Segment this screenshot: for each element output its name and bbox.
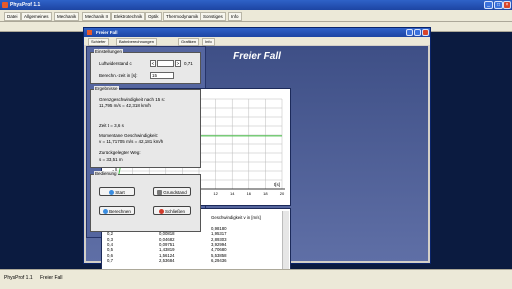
- side-panel: Einstellungen Luftwiderstand c < > 0,71 …: [86, 46, 206, 238]
- x-tick-label: 16: [247, 191, 252, 196]
- x-tick-label: 18: [263, 191, 268, 196]
- window-close-button[interactable]: [422, 29, 429, 36]
- controls-title: Bedienung: [94, 171, 118, 176]
- result-line: 11,795 m/s = 42,318 km/h: [99, 103, 151, 108]
- table-header: Geschwindigkeit v in [m/s]: [211, 215, 261, 220]
- result-line: Grenzgeschwindigkeit nach 15 s:: [99, 97, 166, 102]
- menu-datei[interactable]: Datei: [4, 12, 21, 21]
- zeit-input[interactable]: 15: [150, 72, 174, 79]
- close-button[interactable]: Schließen: [153, 206, 191, 215]
- results-group: Ergebnisse Grenzgeschwindigkeit nach 15 …: [90, 86, 201, 168]
- increase-button[interactable]: >: [175, 60, 181, 67]
- table-cell: 2,53684: [159, 258, 175, 264]
- menu-bar: Datei Allgemeines Mechanik Mechanik II E…: [0, 10, 512, 22]
- play-icon: [109, 190, 115, 196]
- menu-optik[interactable]: Optik: [145, 12, 162, 21]
- x-axis-label: t[s]: [274, 182, 280, 187]
- menu-elektrotechnik[interactable]: Elektrotechnik: [111, 12, 146, 21]
- window-menu-grafiken[interactable]: Grafiken: [178, 38, 200, 46]
- status-window-name: Freier Fall: [40, 275, 63, 281]
- settings-group: Einstellungen Luftwiderstand c < > 0,71 …: [90, 49, 201, 84]
- start-label: Start: [115, 190, 125, 195]
- app-titlebar: PhysProf 1.1 _ □ ×: [0, 0, 512, 10]
- menu-mechanik-2[interactable]: Mechanik II: [82, 12, 112, 21]
- calc-icon: [103, 209, 109, 215]
- close-window-button[interactable]: ×: [503, 1, 511, 9]
- table-cell: 0,7: [107, 258, 113, 264]
- controls-group: Bedienung Start Grundstand Berechnen Sch…: [90, 171, 201, 232]
- app-icon: [2, 2, 8, 8]
- window-menu-info[interactable]: Info: [202, 38, 215, 46]
- window-menu-bahnberechnungen[interactable]: Bahnberechnungen: [116, 38, 157, 46]
- start-button[interactable]: Start: [99, 187, 135, 196]
- window-minimize-button[interactable]: [406, 29, 413, 36]
- x-tick-label: 12: [213, 191, 218, 196]
- calc-button[interactable]: Berechnen: [99, 206, 135, 215]
- result-line: Zurückgelegter Weg:: [99, 150, 141, 155]
- table-row: 0,7 2,53684 6,29436: [107, 258, 261, 263]
- window-titlebar: Freier Fall: [84, 28, 430, 37]
- settings-title: Einstellungen: [94, 49, 124, 54]
- menu-mechanik[interactable]: Mechanik: [54, 12, 80, 21]
- results-title: Ergebnisse: [94, 86, 119, 91]
- decrease-button[interactable]: <: [150, 60, 156, 67]
- content-area: Freier Fall 0246810121416182002468101214…: [86, 46, 428, 280]
- window-title: Freier Fall: [96, 30, 118, 35]
- menu-sonstiges[interactable]: Sonstiges: [200, 12, 226, 21]
- freier-fall-window: Freier Fall Schiefer Bahnberechnungen Gr…: [83, 27, 431, 280]
- result-line: Zeit t = 3,6 s: [99, 123, 124, 128]
- window-menu: Schiefer Bahnberechnungen Grafiken Info: [84, 37, 430, 46]
- window-menu-schiefer[interactable]: Schiefer: [88, 38, 109, 46]
- result-line: s = 33,51 m: [99, 157, 123, 162]
- menu-thermodynamik[interactable]: Thermodynamik: [163, 12, 202, 21]
- app-title: PhysProf 1.1: [10, 2, 41, 8]
- table-cell: 6,29436: [211, 258, 227, 264]
- result-line: Momentane Geschwindigkeit:: [99, 133, 159, 138]
- result-line: v = 11,71705 m/s = 42,181 km/h: [99, 139, 164, 144]
- close-icon: [158, 209, 164, 215]
- calc-label: Berechnen: [109, 209, 131, 214]
- close-label: Schließen: [164, 209, 185, 214]
- menu-info[interactable]: Info: [228, 12, 242, 21]
- x-tick-label: 14: [230, 191, 235, 196]
- window-maximize-button[interactable]: [414, 29, 421, 36]
- luftwiderstand-slider[interactable]: [157, 60, 174, 67]
- window-icon: [87, 30, 92, 35]
- luftwiderstand-label: Luftwiderstand c: [99, 61, 132, 66]
- reset-icon: [157, 190, 163, 196]
- luftwiderstand-value: 0,71: [184, 61, 193, 66]
- minimize-button[interactable]: _: [484, 1, 493, 9]
- maximize-button[interactable]: □: [494, 1, 503, 9]
- table-scrollbar[interactable]: [282, 211, 289, 277]
- status-app-name: PhysProf 1.1: [4, 275, 33, 281]
- reset-button[interactable]: Grundstand: [153, 187, 191, 196]
- reset-label: Grundstand: [163, 190, 187, 195]
- status-bar: PhysProf 1.1 Freier Fall: [0, 269, 512, 289]
- menu-allgemeines[interactable]: Allgemeines: [21, 12, 52, 21]
- x-tick-label: 20: [280, 191, 285, 196]
- zeit-label: Berechn.-zeit in [s]:: [99, 73, 138, 78]
